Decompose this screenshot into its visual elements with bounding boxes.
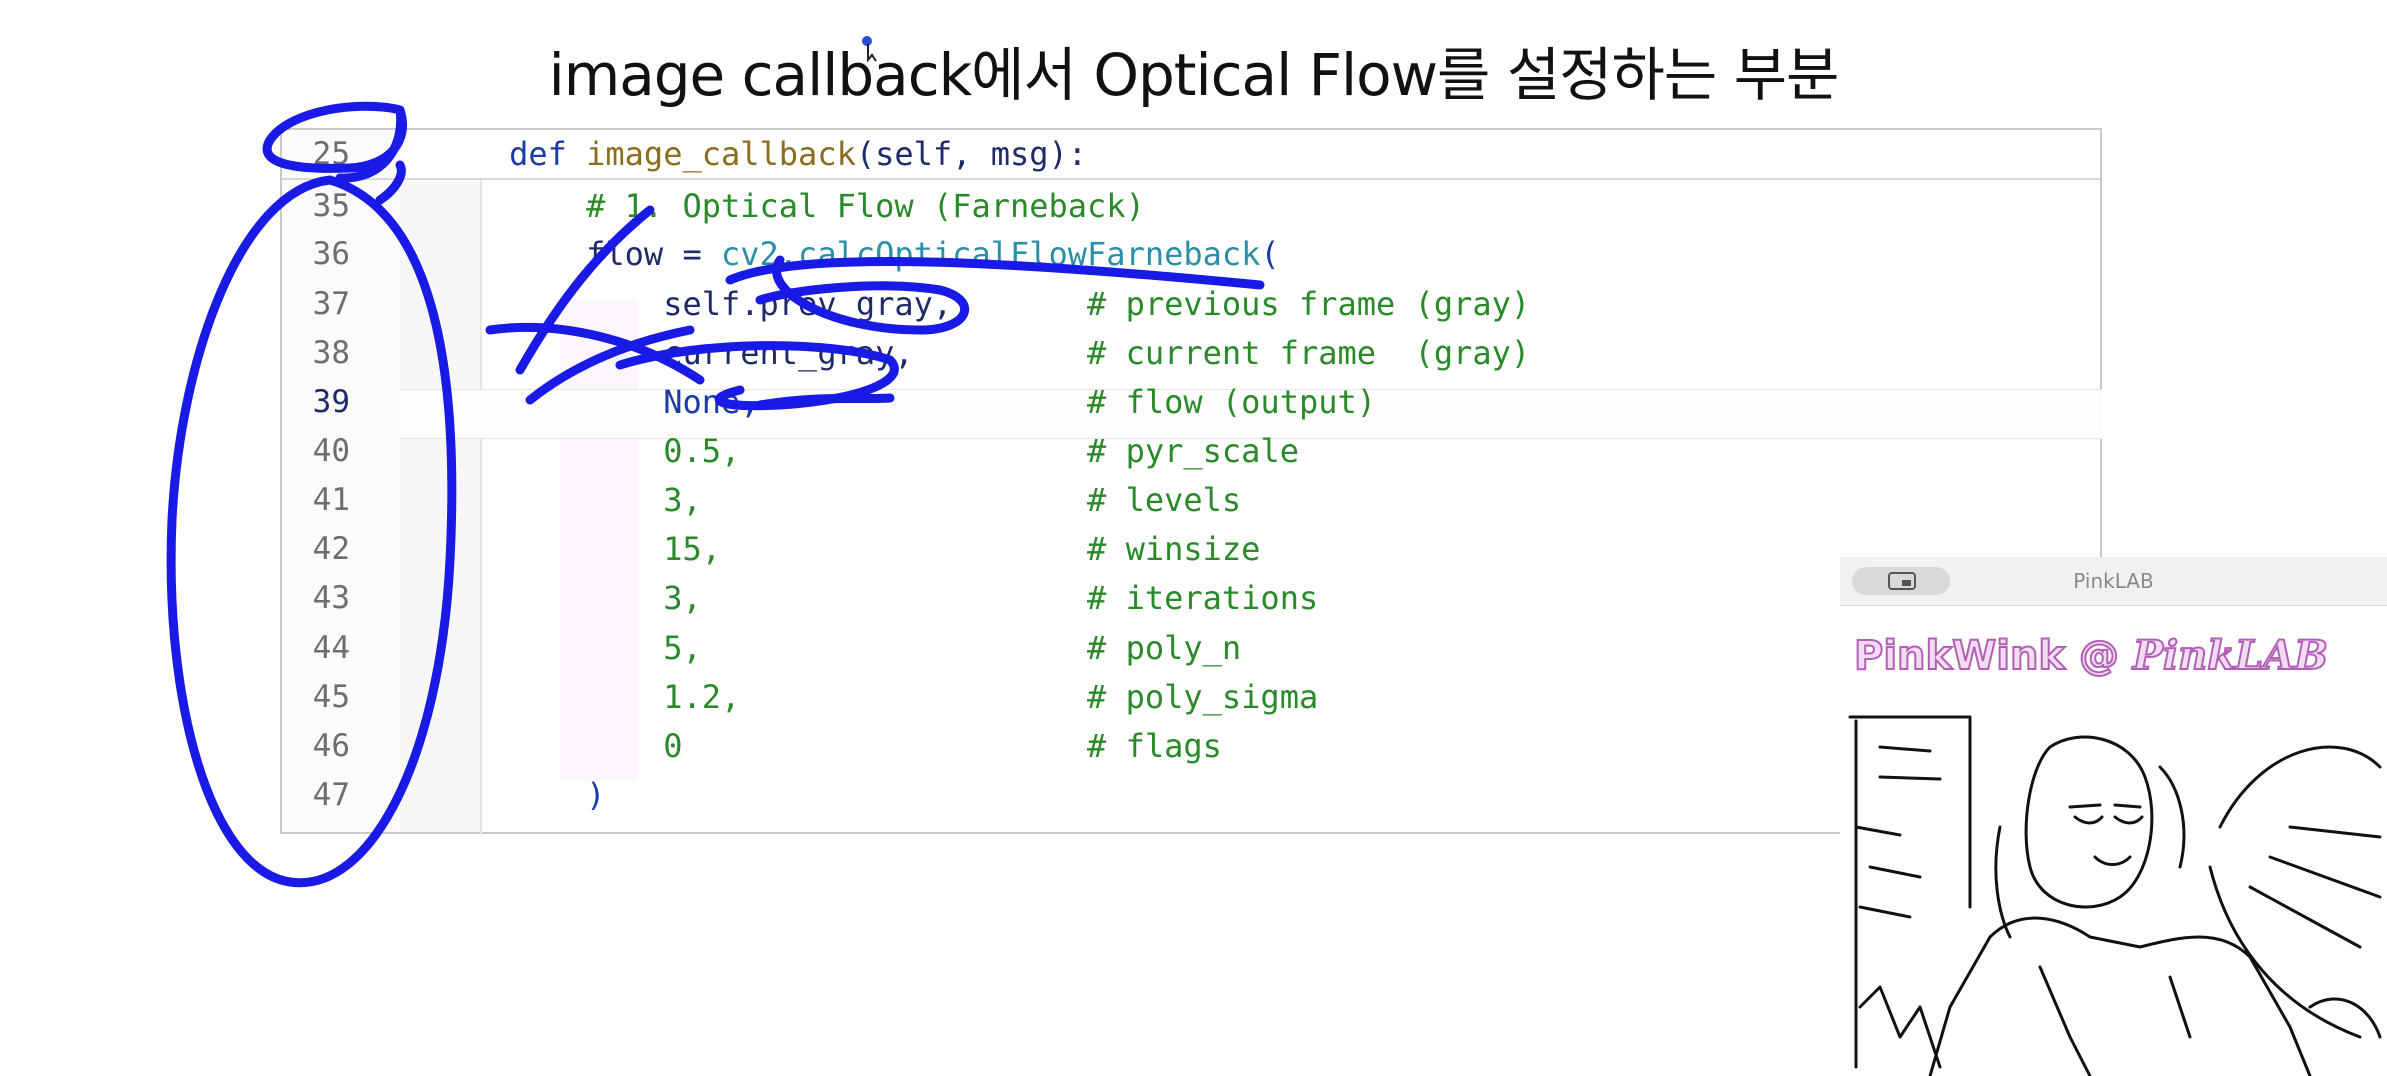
- code-line: 37 self.prev_gray, # previous frame (gra…: [282, 280, 2082, 328]
- code-text: def image_callback(self, msg):: [432, 130, 1087, 178]
- line-number: 47: [312, 777, 350, 813]
- code-line: 39 None, # flow (output): [282, 378, 2082, 426]
- code-token: # 1. Optical Flow (Farneback): [586, 187, 1145, 225]
- code-line: 43 3, # iterations: [282, 574, 2082, 622]
- watermark-lab: PinkLAB: [2132, 631, 2329, 680]
- code-token: 3,: [432, 579, 1088, 617]
- code-line: 25 def image_callback(self, msg):: [282, 130, 2082, 178]
- code-line: 42 15, # winsize: [282, 525, 2082, 573]
- code-text: 15, # winsize: [432, 525, 1260, 573]
- code-line: 44 5, # poly_n: [282, 624, 2082, 672]
- line-number: 36: [312, 236, 350, 272]
- line-number: 40: [312, 433, 350, 469]
- code-token: # winsize: [1087, 530, 1261, 568]
- code-line: 41 3, # levels: [282, 476, 2082, 524]
- watermark-name: PinkWink: [1853, 632, 2066, 680]
- code-token: 0: [432, 727, 1088, 765]
- code-token: None,: [432, 383, 1088, 421]
- code-token: # poly_n: [1087, 629, 1242, 667]
- video-window[interactable]: PinkLAB PinkWink @ PinkLAB: [1840, 557, 2387, 1076]
- code-text: # 1. Optical Flow (Farneback): [432, 182, 1145, 230]
- line-number: 38: [312, 335, 350, 371]
- code-line: 45 1.2, # poly_sigma: [282, 673, 2082, 721]
- window-titlebar[interactable]: PinkLAB: [1840, 557, 2387, 606]
- mouse-pointer-icon: [862, 36, 877, 62]
- line-number: 37: [312, 286, 350, 322]
- fold-divider: [282, 178, 2100, 180]
- code-text: 1.2, # poly_sigma: [432, 673, 1318, 721]
- code-token: (self, msg):: [855, 135, 1088, 173]
- code-line: 47 ): [282, 771, 2082, 819]
- code-text: None, # flow (output): [432, 378, 1376, 426]
- line-number: 44: [312, 630, 350, 666]
- code-token: # previous frame (gray): [1087, 285, 1531, 323]
- code-token: # flow (output): [1087, 383, 1377, 421]
- code-token: # iterations: [1087, 579, 1319, 617]
- code-token: ): [586, 776, 606, 814]
- code-token: current_gray,: [432, 334, 1088, 372]
- code-token: 0.5,: [432, 432, 1088, 470]
- code-text: 5, # poly_n: [432, 624, 1241, 672]
- code-token: flow =: [586, 235, 721, 273]
- code-token: 15,: [432, 530, 1088, 568]
- code-token: # pyr_scale: [1087, 432, 1299, 470]
- code-line: 46 0 # flags: [282, 722, 2082, 770]
- code-editor[interactable]: 25 def image_callback(self, msg): 35 # 1.…: [280, 128, 2102, 834]
- code-token: 1.2,: [432, 678, 1088, 716]
- code-text: self.prev_gray, # previous frame (gray): [432, 280, 1530, 328]
- code-token: image_callback: [586, 135, 856, 173]
- line-number: 39: [312, 384, 350, 420]
- code-token: # flags: [1087, 727, 1222, 765]
- code-token: self.prev_gray,: [432, 285, 1088, 323]
- line-number: 43: [312, 580, 350, 616]
- line-number: 42: [312, 531, 350, 567]
- code-line: 36 flow = cv2.calcOpticalFlowFarneback(: [282, 230, 2082, 278]
- line-number: 41: [312, 482, 350, 518]
- code-text: 3, # levels: [432, 476, 1241, 524]
- code-token: 3,: [432, 481, 1088, 519]
- code-line: 38 current_gray, # current frame (gray): [282, 329, 2082, 377]
- slide-title: image callback에서 Optical Flow를 설정하는 부분: [548, 41, 1840, 109]
- camera-feed-image: [1840, 707, 2387, 1076]
- line-number: 46: [312, 728, 350, 764]
- code-text: flow = cv2.calcOpticalFlowFarneback(: [432, 230, 1280, 278]
- code-token: # levels: [1087, 481, 1242, 519]
- channel-watermark: PinkWink @ PinkLAB: [1853, 631, 2329, 680]
- window-title: PinkLAB: [2073, 569, 2154, 593]
- code-token: cv2.calcOpticalFlowFarneback: [720, 235, 1261, 273]
- code-text: current_gray, # current frame (gray): [432, 329, 1530, 377]
- code-token: # poly_sigma: [1087, 678, 1319, 716]
- code-token: # current frame (gray): [1087, 334, 1531, 372]
- line-number: 45: [312, 679, 350, 715]
- code-line: 35 # 1. Optical Flow (Farneback): [282, 182, 2082, 230]
- code-token: def: [509, 135, 587, 173]
- code-token: (: [1260, 235, 1280, 273]
- line-number: 35: [312, 188, 350, 224]
- code-text: ): [432, 771, 605, 819]
- code-line: 40 0.5, # pyr_scale: [282, 427, 2082, 475]
- code-token: 5,: [432, 629, 1088, 667]
- watermark-at: @: [2078, 632, 2120, 680]
- line-number: 25: [312, 136, 350, 172]
- code-text: 3, # iterations: [432, 574, 1318, 622]
- code-text: 0 # flags: [432, 722, 1222, 770]
- code-text: 0.5, # pyr_scale: [432, 427, 1299, 475]
